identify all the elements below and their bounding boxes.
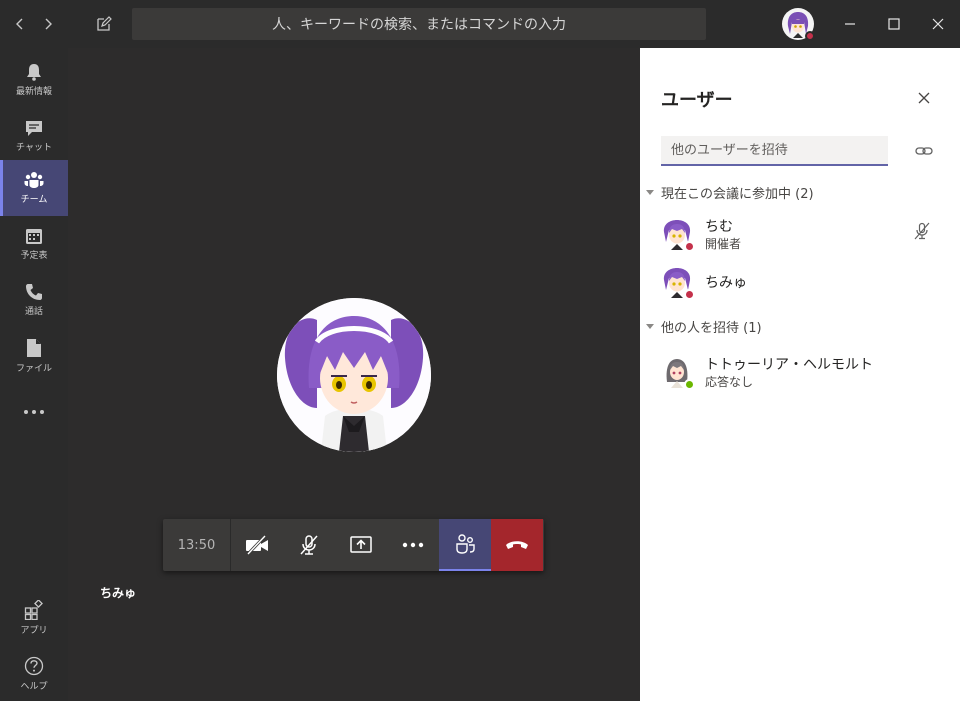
help-icon — [24, 656, 44, 676]
rail-item-label: 最新情報 — [15, 87, 52, 97]
status-busy-icon — [684, 289, 695, 300]
status-available-icon — [684, 379, 695, 390]
rail-item-files[interactable]: ファイル — [0, 328, 68, 384]
teams-icon — [24, 172, 44, 188]
rail-item-label: 予定表 — [20, 251, 48, 261]
status-busy-icon — [684, 241, 695, 252]
hang-up-button[interactable] — [491, 519, 543, 571]
mic-muted-icon — [913, 222, 935, 244]
close-icon — [932, 18, 944, 30]
more-icon — [24, 410, 44, 414]
rail-item-label: 通話 — [24, 307, 43, 317]
participant-row[interactable]: ちむ 開催者 — [661, 214, 941, 254]
invited-section-header[interactable]: 他の人を招待 (1) — [646, 317, 762, 336]
rail-item-calendar[interactable]: 予定表 — [0, 216, 68, 272]
rail-item-activity[interactable]: 最新情報 — [0, 52, 68, 108]
rail-item-chat[interactable]: チャット — [0, 108, 68, 164]
chat-icon — [26, 121, 42, 136]
avatar — [661, 356, 695, 390]
share-screen-icon — [350, 536, 372, 553]
invited-user-name: トトゥーリア・ヘルモルト — [705, 357, 873, 373]
invited-user-row[interactable]: トトゥーリア・ヘルモルト 応答なし — [661, 352, 941, 392]
caller-name-label: ちみゅ — [100, 586, 137, 600]
section-header-label: 現在この会議に参加中 (2) — [661, 187, 814, 202]
participant-name: ちみゅ — [705, 275, 747, 291]
call-controls: 13:50 — [163, 519, 544, 571]
more-actions-button[interactable] — [387, 519, 439, 571]
rail-item-label: アプリ — [20, 626, 48, 636]
compose-icon — [97, 16, 112, 31]
collapse-triangle-icon — [646, 190, 654, 195]
calendar-icon — [26, 229, 42, 244]
back-button[interactable] — [8, 12, 32, 36]
avatar-image-icon — [277, 298, 431, 452]
invited-user-status: 応答なし — [705, 375, 754, 389]
search-input[interactable]: 人、キーワードの検索、またはコマンドの入力 — [132, 8, 706, 40]
camera-off-icon — [246, 535, 268, 555]
caller-avatar — [277, 298, 431, 452]
hang-up-icon — [506, 541, 528, 549]
section-header-label: 他の人を招待 (1) — [661, 321, 762, 336]
apps-icon — [24, 600, 43, 620]
maximize-icon — [888, 18, 900, 30]
link-icon — [915, 147, 933, 155]
participant-row[interactable]: ちみゅ — [661, 262, 941, 302]
participant-name: ちむ — [705, 219, 733, 235]
camera-toggle-button[interactable] — [231, 519, 283, 571]
mic-off-icon — [300, 535, 318, 555]
avatar — [661, 218, 695, 252]
search-placeholder: 人、キーワードの検索、またはコマンドの入力 — [272, 17, 566, 33]
close-window-button[interactable] — [926, 12, 950, 36]
phone-icon — [26, 284, 42, 300]
invite-user-input[interactable] — [661, 136, 888, 166]
avatar — [661, 266, 695, 300]
rail-item-help[interactable]: ヘルプ — [0, 646, 68, 701]
rail-item-apps[interactable]: アプリ — [0, 590, 68, 646]
rail-item-label: チャット — [16, 143, 52, 153]
app-rail: 最新情報 チャット チーム 予定表 通話 ファイル アプリ ヘルプ — [0, 48, 68, 701]
file-icon — [27, 339, 41, 357]
minimize-icon — [845, 23, 855, 25]
new-chat-button[interactable] — [92, 12, 116, 36]
title-bar: 人、キーワードの検索、またはコマンドの入力 — [0, 0, 960, 48]
close-panel-button[interactable] — [914, 88, 934, 108]
share-screen-button[interactable] — [335, 519, 387, 571]
rail-item-label: ヘルプ — [20, 682, 48, 692]
mic-toggle-button[interactable] — [283, 519, 335, 571]
participants-panel: ユーザー 現在この会議に参加中 (2) ちむ 開催者 — [640, 48, 960, 701]
show-participants-button[interactable] — [439, 519, 491, 571]
forward-button[interactable] — [36, 12, 60, 36]
status-busy-icon — [805, 31, 815, 41]
maximize-button[interactable] — [882, 12, 906, 36]
copy-join-link-button[interactable] — [913, 140, 935, 162]
in-meeting-section-header[interactable]: 現在この会議に参加中 (2) — [646, 183, 814, 202]
rail-item-label: ファイル — [15, 364, 52, 374]
minimize-button[interactable] — [838, 12, 862, 36]
rail-item-more[interactable] — [0, 384, 68, 440]
more-icon — [402, 542, 424, 548]
chevron-right-icon — [45, 18, 52, 30]
profile-avatar[interactable] — [782, 8, 815, 41]
chevron-left-icon — [16, 18, 23, 30]
call-stage: 13:50 ちみゅ — [68, 48, 640, 701]
panel-title: ユーザー — [661, 90, 733, 111]
rail-item-label: チーム — [20, 195, 48, 205]
close-icon — [918, 92, 930, 104]
rail-item-calls[interactable]: 通話 — [0, 272, 68, 328]
participant-role: 開催者 — [705, 237, 742, 251]
collapse-triangle-icon — [646, 324, 654, 329]
rail-item-teams[interactable]: チーム — [0, 160, 68, 216]
call-timer: 13:50 — [163, 519, 231, 571]
participants-icon — [456, 534, 475, 554]
bell-icon — [27, 64, 41, 81]
